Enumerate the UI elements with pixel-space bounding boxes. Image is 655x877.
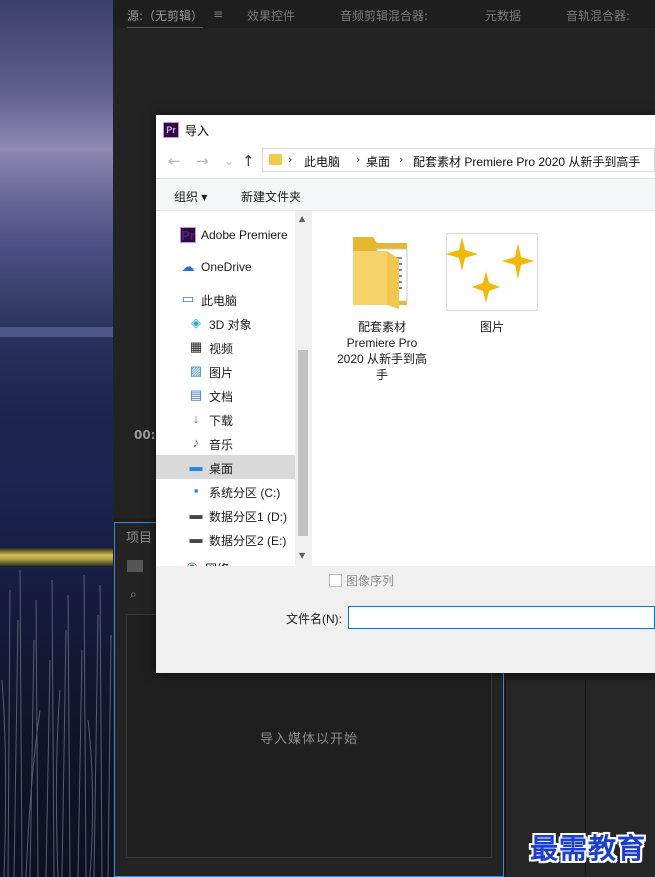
chevron-right-icon: › [288,153,293,166]
documents-icon: ▤ [189,387,203,402]
dialog-toolbar: 组织 ▾ 新建文件夹 [156,178,655,211]
back-arrow-icon[interactable]: ← [168,153,181,169]
checkbox-box[interactable] [329,574,342,587]
tab-project[interactable]: 项目 [126,527,152,546]
import-media-hint: 导入媒体以开始 [259,732,358,747]
horizon [0,327,113,337]
onedrive-cloud-icon: ☁ [181,259,195,274]
navigation-pane: Pr Adobe Premiere ☁ OneDrive ▭ 此电脑 ◈ 3D 对象 ▦ 视频 ▨ 图… [156,211,312,566]
scroll-up-icon[interactable]: ▲ [299,214,305,223]
navigation-bar: ← → ⌄ ↑ › 此电脑 › 桌面 › 配套素材 Premiere Pro 2… [156,145,655,178]
up-arrow-icon[interactable]: ↑ [242,153,255,169]
nav-item-label: 视频 [209,342,234,356]
nav-item[interactable]: ▬ 数据分区2 (E:) [156,527,295,551]
nav-item[interactable]: ▭ 此电脑 [156,287,295,311]
premiere-icon: Pr [163,122,179,138]
tab-source[interactable]: 源:（无剪辑） [127,7,204,29]
video-icon: ▦ [189,339,203,354]
nav-item-label: 下载 [209,414,234,428]
dialog-titlebar: Pr 导入 [156,115,655,145]
download-arrow-icon: ↓ [192,411,200,426]
new-bin-icon[interactable] [127,560,143,572]
image-sequence-checkbox[interactable]: 图像序列 [329,572,394,589]
tab-audio-track-mixer[interactable]: 音轨混合器: [566,7,630,24]
forward-arrow-icon[interactable]: → [196,153,209,169]
file-list: 配套素材 Premiere Pro 2020 从新手到高 手 图片 [312,211,655,566]
panel-menu-icon[interactable]: ≡ [213,7,223,21]
desktop-icon: ▬ [189,459,203,474]
nav-item-label: 图片 [209,366,234,380]
3d-objects-icon: ◈ [191,315,201,330]
folder-with-files-icon [353,237,408,309]
scrollbar-thumb[interactable] [298,350,308,536]
recent-locations-icon[interactable]: ⌄ [224,153,234,169]
nav-item-label: 文档 [209,390,234,404]
sparkle-image-icon [446,233,538,311]
filename-label: 文件名(N): [286,612,342,626]
background-photo [0,0,113,877]
nav-item-label: Adobe Premiere [201,228,288,242]
timecode-display: 00: [134,428,156,442]
filename-input[interactable] [348,606,655,629]
breadcrumb-desktop[interactable]: 桌面 [366,153,390,170]
breadcrumb-this-pc[interactable]: 此电脑 [304,153,340,170]
file-item-image-label: 图片 [479,320,504,334]
nav-item-label: 数据分区2 (E:) [209,534,287,548]
nav-item[interactable]: ▦ 视频 [156,335,295,359]
search-icon[interactable]: ⌕ [130,587,137,602]
breadcrumb-folder[interactable]: 配套素材 Premiere Pro 2020 从新手到高手 [413,153,640,170]
tab-metadata[interactable]: 元数据 [485,7,521,24]
file-item-image[interactable]: 图片 [446,233,538,335]
chevron-right-icon: › [356,153,361,166]
nav-item[interactable]: ▬ 桌面 [156,455,295,479]
system-drive-icon: ▪ [193,483,199,498]
file-item-folder[interactable]: 配套素材 Premiere Pro 2020 从新手到高 手 [332,229,432,383]
scroll-down-icon[interactable]: ▼ [299,551,305,560]
reeds-decoration [1,569,112,877]
nav-item[interactable]: ▪ 系统分区 (C:) [156,479,295,503]
pictures-icon: ▨ [189,363,203,378]
nav-scrollbar[interactable]: ▲ ▼ [295,211,312,566]
music-note-icon: ♪ [192,435,200,450]
nav-item-label: 数据分区1 (D:) [209,510,288,524]
nav-item[interactable]: ▤ 文档 [156,383,295,407]
nav-item[interactable]: ♪ 音乐 [156,431,295,455]
nav-item[interactable]: ◈ 3D 对象 [156,311,295,335]
new-folder-button[interactable]: 新建文件夹 [241,188,301,205]
panel-tab-bar: 源:（无剪辑） ≡ 效果控件 音频剪辑混合器: 元数据 音轨混合器: [113,0,655,29]
nav-item[interactable]: ▨ 图片 [156,359,295,383]
nav-item[interactable]: ↓ 下载 [156,407,295,431]
watermark: 最需教育 [530,832,647,865]
drive-icon: ▬ [189,531,203,546]
dialog-bottom: 图像序列 文件名(N): [156,566,655,673]
computer-icon: ▭ [181,291,195,306]
nav-item-label: OneDrive [201,260,252,274]
import-dialog: Pr 导入 ← → ⌄ ↑ › 此电脑 › 桌面 › 配套素材 Premiere… [156,115,655,673]
nav-item-label: 桌面 [209,462,234,476]
nav-item-label: 此电脑 [201,294,238,308]
dialog-title: 导入 [185,124,210,138]
tab-audio-clip-mixer[interactable]: 音频剪辑混合器: [340,7,428,24]
nav-item[interactable]: ▬ 数据分区1 (D:) [156,503,295,527]
nav-item[interactable]: Pr Adobe Premiere [156,223,295,247]
nav-item[interactable]: ☁ OneDrive [156,255,295,279]
organize-button[interactable]: 组织 ▾ [174,188,207,205]
nav-item-label: 3D 对象 [209,318,252,332]
nav-item-label: 系统分区 (C:) [209,486,281,500]
premiere-icon: Pr [180,227,196,243]
nav-item-label: 音乐 [209,438,234,452]
address-bar[interactable]: › 此电脑 › 桌面 › 配套素材 Premiere Pro 2020 从新手到… [262,148,655,172]
nav-item[interactable]: ◉网络 [156,555,295,566]
folder-icon [269,154,282,165]
file-item-folder-label: 配套素材 Premiere Pro 2020 从新手到高 手 [336,320,428,382]
tab-effect-controls[interactable]: 效果控件 [247,7,295,24]
image-sequence-label: 图像序列 [346,574,395,588]
drive-icon: ▬ [189,507,203,522]
network-icon: ◉ [184,559,200,566]
chevron-right-icon: › [399,153,404,166]
